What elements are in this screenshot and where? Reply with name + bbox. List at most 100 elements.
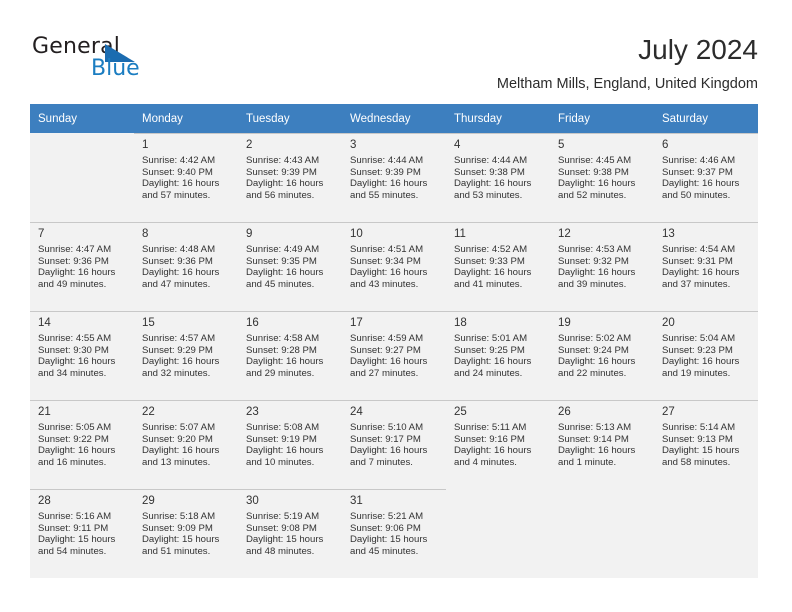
weekday-header-sunday: Sunday <box>30 104 134 133</box>
daylight-text-line1: Daylight: 16 hours <box>662 178 740 190</box>
daylight-text-line2: and 39 minutes. <box>558 278 627 290</box>
general-blue-logo[interactable]: General Blue <box>32 34 192 92</box>
sunrise-text: Sunrise: 5:01 AM <box>454 333 528 344</box>
calendar-day-cell[interactable]: 15 Sunrise: 4:57 AM Sunset: 9:29 PM Dayligh… <box>134 311 238 400</box>
sunrise-text: Sunrise: 5:11 AM <box>454 422 527 433</box>
sunrise-text: Sunrise: 4:45 AM <box>558 155 632 166</box>
sunset-text: Sunset: 9:38 PM <box>454 166 525 178</box>
daylight-text-line2: and 13 minutes. <box>142 456 211 468</box>
day-number: 16 <box>246 317 259 329</box>
daylight-text-line1: Daylight: 16 hours <box>558 445 636 457</box>
calendar-day-cell[interactable]: 8 Sunrise: 4:48 AM Sunset: 9:36 PM Daylight… <box>134 222 238 311</box>
daylight-text-line2: and 22 minutes. <box>558 367 627 379</box>
day-cell-inner: 12 Sunrise: 4:53 AM Sunset: 9:32 PM Dayligh… <box>550 222 654 311</box>
calendar-day-cell[interactable]: 3 Sunrise: 4:44 AM Sunset: 9:39 PM Daylight… <box>342 133 446 222</box>
calendar-day-cell[interactable]: 2 Sunrise: 4:43 AM Sunset: 9:39 PM Daylight… <box>238 133 342 222</box>
weekday-header-tuesday: Tuesday <box>238 104 342 133</box>
calendar-day-cell[interactable]: 10 Sunrise: 4:51 AM Sunset: 9:34 PM Dayligh… <box>342 222 446 311</box>
calendar-week-row: 21 Sunrise: 5:05 AM Sunset: 9:22 PM Dayligh… <box>30 400 758 489</box>
calendar-day-cell[interactable]: 1 Sunrise: 4:42 AM Sunset: 9:40 PM Daylight… <box>134 133 238 222</box>
calendar-week-row: 1 Sunrise: 4:42 AM Sunset: 9:40 PM Daylight… <box>30 133 758 222</box>
calendar-day-cell[interactable]: 27 Sunrise: 5:14 AM Sunset: 9:13 PM Dayligh… <box>654 400 758 489</box>
calendar-day-cell[interactable]: 9 Sunrise: 4:49 AM Sunset: 9:35 PM Daylight… <box>238 222 342 311</box>
daylight-text-line2: and 16 minutes. <box>38 456 107 468</box>
day-cell-inner: 17 Sunrise: 4:59 AM Sunset: 9:27 PM Dayligh… <box>342 311 446 400</box>
daylight-text-line2: and 51 minutes. <box>142 545 211 557</box>
day-cell-inner: 26 Sunrise: 5:13 AM Sunset: 9:14 PM Dayligh… <box>550 400 654 489</box>
calendar-day-cell[interactable]: 29 Sunrise: 5:18 AM Sunset: 9:09 PM Dayligh… <box>134 489 238 578</box>
day-cell-inner <box>550 489 654 578</box>
day-cell-inner: 18 Sunrise: 5:01 AM Sunset: 9:25 PM Dayligh… <box>446 311 550 400</box>
calendar-week-row: 7 Sunrise: 4:47 AM Sunset: 9:36 PM Daylight… <box>30 222 758 311</box>
calendar-day-cell[interactable]: 18 Sunrise: 5:01 AM Sunset: 9:25 PM Dayligh… <box>446 311 550 400</box>
day-cell-inner: 13 Sunrise: 4:54 AM Sunset: 9:31 PM Dayligh… <box>654 222 758 311</box>
day-cell-inner: 15 Sunrise: 4:57 AM Sunset: 9:29 PM Dayligh… <box>134 311 238 400</box>
calendar-day-cell[interactable]: 30 Sunrise: 5:19 AM Sunset: 9:08 PM Dayligh… <box>238 489 342 578</box>
daylight-text-line2: and 56 minutes. <box>246 189 315 201</box>
daylight-text-line1: Daylight: 16 hours <box>246 445 324 457</box>
daylight-text-line1: Daylight: 16 hours <box>142 356 220 368</box>
sunset-text: Sunset: 9:35 PM <box>246 255 317 267</box>
day-number: 10 <box>350 228 363 240</box>
daylight-text-line1: Daylight: 15 hours <box>662 445 740 457</box>
calendar-day-cell[interactable]: 31 Sunrise: 5:21 AM Sunset: 9:06 PM Dayligh… <box>342 489 446 578</box>
calendar-day-cell[interactable]: 6 Sunrise: 4:46 AM Sunset: 9:37 PM Daylight… <box>654 133 758 222</box>
calendar-day-cell[interactable]: 12 Sunrise: 4:53 AM Sunset: 9:32 PM Dayligh… <box>550 222 654 311</box>
calendar-day-cell[interactable]: 25 Sunrise: 5:11 AM Sunset: 9:16 PM Dayligh… <box>446 400 550 489</box>
day-number: 11 <box>454 228 466 240</box>
sunrise-text: Sunrise: 4:59 AM <box>350 333 424 344</box>
daylight-text-line2: and 45 minutes. <box>350 545 419 557</box>
day-cell-inner: 27 Sunrise: 5:14 AM Sunset: 9:13 PM Dayligh… <box>654 400 758 489</box>
day-number: 15 <box>142 317 155 329</box>
calendar-day-cell[interactable]: 26 Sunrise: 5:13 AM Sunset: 9:14 PM Dayligh… <box>550 400 654 489</box>
daylight-text-line2: and 7 minutes. <box>350 456 413 468</box>
sunset-text: Sunset: 9:28 PM <box>246 344 317 356</box>
calendar-day-cell[interactable]: 16 Sunrise: 4:58 AM Sunset: 9:28 PM Dayligh… <box>238 311 342 400</box>
calendar-day-cell[interactable]: 7 Sunrise: 4:47 AM Sunset: 9:36 PM Daylight… <box>30 222 134 311</box>
daylight-text-line2: and 55 minutes. <box>350 189 419 201</box>
calendar-day-cell[interactable]: 11 Sunrise: 4:52 AM Sunset: 9:33 PM Dayligh… <box>446 222 550 311</box>
daylight-text-line2: and 54 minutes. <box>38 545 107 557</box>
calendar-day-cell[interactable]: 17 Sunrise: 4:59 AM Sunset: 9:27 PM Dayligh… <box>342 311 446 400</box>
day-number: 31 <box>350 495 363 507</box>
weekday-header-wednesday: Wednesday <box>342 104 446 133</box>
calendar-day-cell[interactable]: 5 Sunrise: 4:45 AM Sunset: 9:38 PM Daylight… <box>550 133 654 222</box>
day-cell-inner: 7 Sunrise: 4:47 AM Sunset: 9:36 PM Daylight… <box>30 222 134 311</box>
daylight-text-line1: Daylight: 16 hours <box>558 267 636 279</box>
calendar-day-cell[interactable]: 20 Sunrise: 5:04 AM Sunset: 9:23 PM Dayligh… <box>654 311 758 400</box>
calendar-day-cell[interactable]: 19 Sunrise: 5:02 AM Sunset: 9:24 PM Dayligh… <box>550 311 654 400</box>
calendar-day-cell[interactable]: 23 Sunrise: 5:08 AM Sunset: 9:19 PM Dayligh… <box>238 400 342 489</box>
daylight-text-line2: and 53 minutes. <box>454 189 523 201</box>
calendar-day-cell[interactable]: 28 Sunrise: 5:16 AM Sunset: 9:11 PM Dayligh… <box>30 489 134 578</box>
daylight-text-line1: Daylight: 16 hours <box>454 178 532 190</box>
sunrise-text: Sunrise: 4:53 AM <box>558 244 632 255</box>
sunset-text: Sunset: 9:22 PM <box>38 433 109 445</box>
sunset-text: Sunset: 9:25 PM <box>454 344 525 356</box>
calendar-day-cell[interactable]: 13 Sunrise: 4:54 AM Sunset: 9:31 PM Dayligh… <box>654 222 758 311</box>
day-cell-inner: 3 Sunrise: 4:44 AM Sunset: 9:39 PM Daylight… <box>342 133 446 222</box>
daylight-text-line2: and 48 minutes. <box>246 545 315 557</box>
calendar-day-cell[interactable]: 21 Sunrise: 5:05 AM Sunset: 9:22 PM Dayligh… <box>30 400 134 489</box>
calendar-day-cell[interactable]: 24 Sunrise: 5:10 AM Sunset: 9:17 PM Dayligh… <box>342 400 446 489</box>
calendar-day-cell[interactable]: 22 Sunrise: 5:07 AM Sunset: 9:20 PM Dayligh… <box>134 400 238 489</box>
daylight-text-line1: Daylight: 16 hours <box>350 445 428 457</box>
sunrise-text: Sunrise: 4:49 AM <box>246 244 320 255</box>
sunset-text: Sunset: 9:13 PM <box>662 433 733 445</box>
daylight-text-line2: and 32 minutes. <box>142 367 211 379</box>
weekday-header-friday: Friday <box>550 104 654 133</box>
day-number: 23 <box>246 406 259 418</box>
calendar-empty-cell <box>30 133 134 222</box>
sunrise-text: Sunrise: 4:58 AM <box>246 333 320 344</box>
sunset-text: Sunset: 9:14 PM <box>558 433 629 445</box>
day-number: 8 <box>142 228 149 240</box>
day-cell-inner: 10 Sunrise: 4:51 AM Sunset: 9:34 PM Dayligh… <box>342 222 446 311</box>
calendar-day-cell[interactable]: 4 Sunrise: 4:44 AM Sunset: 9:38 PM Daylight… <box>446 133 550 222</box>
sunset-text: Sunset: 9:06 PM <box>350 522 421 534</box>
day-number: 4 <box>454 139 461 151</box>
daylight-text-line1: Daylight: 16 hours <box>38 356 116 368</box>
day-cell-inner: 20 Sunrise: 5:04 AM Sunset: 9:23 PM Dayligh… <box>654 311 758 400</box>
daylight-text-line1: Daylight: 16 hours <box>350 178 428 190</box>
calendar-day-cell[interactable]: 14 Sunrise: 4:55 AM Sunset: 9:30 PM Dayligh… <box>30 311 134 400</box>
sunset-text: Sunset: 9:31 PM <box>662 255 733 267</box>
day-number: 27 <box>662 406 675 418</box>
